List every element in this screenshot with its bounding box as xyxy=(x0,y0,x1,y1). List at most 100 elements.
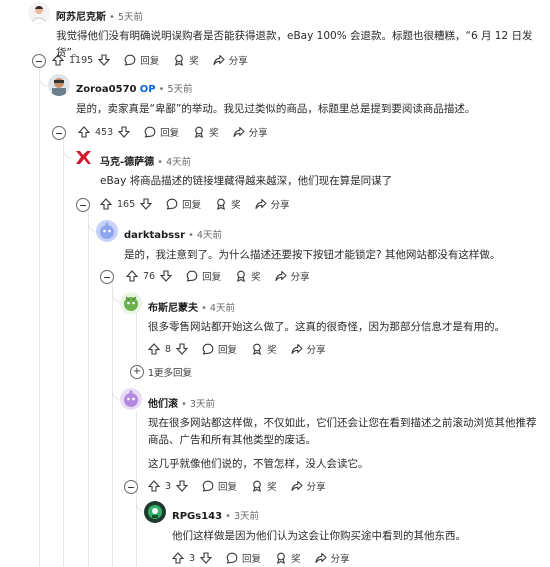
share-label: 分享 xyxy=(306,345,326,356)
award-label: 奖 xyxy=(251,272,261,283)
avatar[interactable] xyxy=(28,2,50,24)
timestamp[interactable]: 5天前 xyxy=(167,84,192,95)
author-name[interactable]: Zoroa0570 xyxy=(76,84,137,95)
vote-control: 3 xyxy=(172,552,213,564)
timestamp[interactable]: 4天前 xyxy=(197,230,222,241)
vote-control: 3 xyxy=(148,480,189,492)
author-name[interactable]: 阿苏尼克斯 xyxy=(56,12,106,23)
author-name[interactable]: 他们滚 xyxy=(148,399,178,410)
arrow-up-icon[interactable] xyxy=(126,270,138,282)
collapse-button[interactable] xyxy=(124,480,138,494)
thread-line-2[interactable] xyxy=(63,138,64,567)
comment-body: 很多零售网站都开始这么做了。这真的很奇怪，因为那部分信息才是有用的。 xyxy=(148,321,505,333)
arrow-up-icon[interactable] xyxy=(148,343,160,355)
arrow-up-icon[interactable] xyxy=(172,552,184,564)
thread-line-4[interactable] xyxy=(112,280,113,567)
share-button[interactable]: 分享 xyxy=(315,551,350,565)
avatar[interactable] xyxy=(96,220,118,242)
share-arrow-icon xyxy=(213,54,225,66)
action-bar: 453 回复 奖 分享 xyxy=(78,123,282,141)
arrow-down-icon[interactable] xyxy=(160,270,173,282)
share-button[interactable]: 分享 xyxy=(233,125,268,139)
timestamp[interactable]: 5天前 xyxy=(118,12,143,23)
arrow-up-icon[interactable] xyxy=(100,198,112,210)
arrow-down-icon[interactable] xyxy=(98,54,111,66)
reply-button[interactable]: 回复 xyxy=(166,197,201,211)
share-button[interactable]: 分享 xyxy=(275,269,310,283)
arrow-up-icon[interactable] xyxy=(52,54,64,66)
reply-button[interactable]: 回复 xyxy=(144,125,179,139)
award-button[interactable]: 奖 xyxy=(275,551,301,565)
action-bar: 3 回复 奖 分享 xyxy=(172,549,364,567)
award-label: 奖 xyxy=(267,345,277,356)
reply-button[interactable]: 回复 xyxy=(186,269,221,283)
timestamp[interactable]: 3天前 xyxy=(190,399,215,410)
action-bar: 1195 回复 奖 分享 xyxy=(52,51,262,69)
more-replies-label: 1更多回复 xyxy=(148,368,193,379)
arrow-down-icon[interactable] xyxy=(176,343,189,355)
author-name[interactable]: 马克-德萨德 xyxy=(100,157,154,168)
share-arrow-icon xyxy=(291,480,303,492)
award-icon xyxy=(175,54,184,66)
reply-button[interactable]: 回复 xyxy=(202,342,237,356)
award-icon xyxy=(217,198,226,210)
comment-meta: 布斯尼蒙夫 • 4天前 xyxy=(148,303,235,314)
thread-line-3[interactable] xyxy=(88,210,89,567)
share-button[interactable]: 分享 xyxy=(291,342,326,356)
timestamp[interactable]: 4天前 xyxy=(210,303,235,314)
speech-bubble-icon xyxy=(186,270,198,282)
arrow-down-icon[interactable] xyxy=(118,126,131,138)
reply-button[interactable]: 回复 xyxy=(202,479,237,493)
action-bar: 165 回复 奖 分享 xyxy=(100,195,304,213)
collapse-button[interactable] xyxy=(76,198,90,212)
share-button[interactable]: 分享 xyxy=(255,197,290,211)
award-label: 奖 xyxy=(231,200,241,211)
share-button[interactable]: 分享 xyxy=(291,479,326,493)
vote-count: 76 xyxy=(143,270,156,282)
timestamp[interactable]: 3天前 xyxy=(234,511,259,522)
collapse-button[interactable] xyxy=(32,54,46,68)
comment-body: eBay 将商品描述的链接埋藏得越来越深，他们现在算是同谋了 xyxy=(100,175,393,187)
share-button[interactable]: 分享 xyxy=(213,53,248,67)
vote-control: 1195 xyxy=(52,54,111,66)
award-button[interactable]: 奖 xyxy=(193,125,219,139)
author-name[interactable]: darktabssr xyxy=(124,230,185,241)
arrow-down-icon[interactable] xyxy=(200,552,213,564)
share-label: 分享 xyxy=(248,128,268,139)
vote-count: 165 xyxy=(117,198,136,210)
timestamp[interactable]: 4天前 xyxy=(166,157,191,168)
avatar[interactable] xyxy=(120,388,142,410)
avatar[interactable] xyxy=(48,74,70,96)
speech-bubble-icon xyxy=(202,480,214,492)
share-arrow-icon xyxy=(275,270,287,282)
action-bar: 3 回复 奖 分享 xyxy=(148,477,340,495)
arrow-down-icon[interactable] xyxy=(140,198,153,210)
reply-label: 回复 xyxy=(182,200,202,211)
thread-line-1[interactable] xyxy=(39,66,40,567)
collapse-button[interactable] xyxy=(100,270,114,284)
avatar[interactable] xyxy=(144,501,166,523)
arrow-up-icon[interactable] xyxy=(148,480,160,492)
award-button[interactable]: 奖 xyxy=(251,479,277,493)
comment-meta: 他们滚 • 3天前 xyxy=(148,399,215,410)
share-label: 分享 xyxy=(306,482,326,493)
avatar[interactable] xyxy=(120,292,142,314)
collapse-button[interactable] xyxy=(52,126,66,140)
plus-circle-icon: + xyxy=(130,365,144,379)
reply-button[interactable]: 回复 xyxy=(226,551,261,565)
arrow-up-icon[interactable] xyxy=(78,126,90,138)
award-button[interactable]: 奖 xyxy=(251,342,277,356)
author-name[interactable]: RPGs143 xyxy=(172,511,222,522)
award-button[interactable]: 奖 xyxy=(215,197,241,211)
more-replies-link[interactable]: +1更多回复 xyxy=(130,365,192,379)
author-name[interactable]: 布斯尼蒙夫 xyxy=(148,303,198,314)
thread-line-6[interactable] xyxy=(136,310,137,372)
award-button[interactable]: 奖 xyxy=(173,53,199,67)
arrow-down-icon[interactable] xyxy=(176,480,189,492)
avatar[interactable] xyxy=(72,146,94,168)
action-bar: 76 回复 奖 分享 xyxy=(126,267,324,285)
comment-body: 现在很多网站都这样做，不仅如此，它们还会让您在看到描述之前滚动浏览其他推荐商品、… xyxy=(148,417,537,446)
reply-button[interactable]: 回复 xyxy=(124,53,159,67)
award-button[interactable]: 奖 xyxy=(235,269,261,283)
award-icon xyxy=(277,552,286,564)
